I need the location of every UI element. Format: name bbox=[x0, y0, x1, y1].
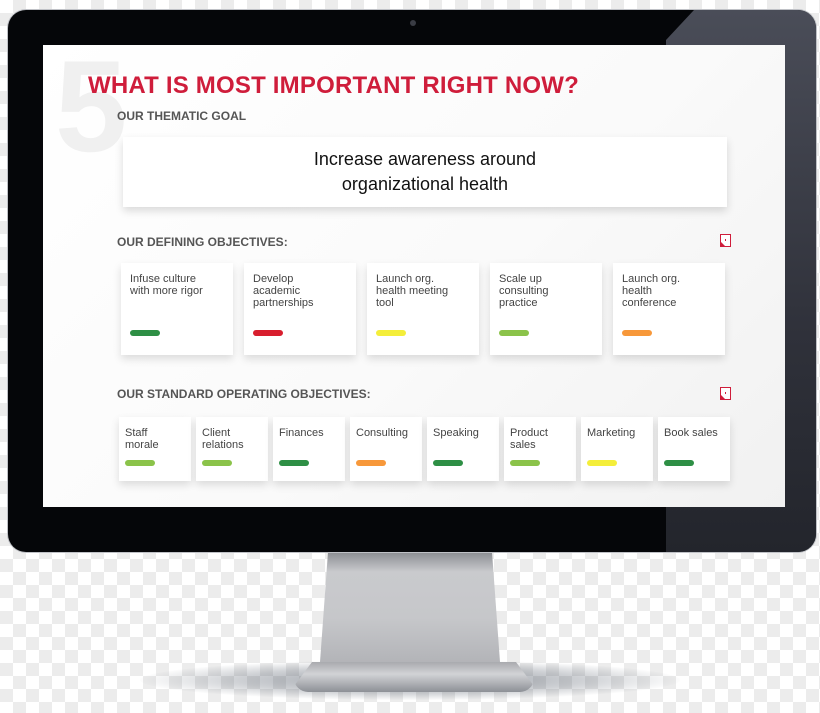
objective-card[interactable]: Client relations bbox=[196, 417, 268, 481]
monitor-stand-neck bbox=[320, 552, 500, 662]
section-number: 5 bbox=[55, 45, 128, 179]
objective-card[interactable]: Product sales bbox=[504, 417, 576, 481]
status-indicator bbox=[622, 330, 652, 336]
objective-label: Marketing bbox=[587, 427, 636, 439]
objective-label: Speaking bbox=[433, 427, 479, 439]
defining-objectives-list: Infuse culture with more rigor Develop ac… bbox=[121, 263, 725, 355]
objective-label: Develop academic partnerships bbox=[253, 273, 314, 309]
objective-card[interactable]: Consulting bbox=[350, 417, 422, 481]
objective-label: Finances bbox=[279, 427, 324, 439]
status-indicator bbox=[125, 460, 155, 466]
objective-card[interactable]: Infuse culture with more rigor bbox=[121, 263, 233, 355]
monitor-stand-base bbox=[294, 662, 534, 692]
status-indicator bbox=[664, 460, 694, 466]
report-icon[interactable] bbox=[720, 387, 731, 400]
objective-label: Infuse culture with more rigor bbox=[130, 273, 203, 297]
status-indicator bbox=[587, 460, 617, 466]
report-icon[interactable] bbox=[720, 234, 731, 247]
thematic-goal-label: OUR THEMATIC GOAL bbox=[117, 109, 247, 123]
status-indicator bbox=[130, 330, 160, 336]
page-title: WHAT IS MOST IMPORTANT RIGHT NOW? bbox=[88, 72, 579, 99]
standard-objectives-label: OUR STANDARD OPERATING OBJECTIVES: bbox=[117, 387, 371, 401]
objective-label: Scale up consulting practice bbox=[499, 273, 549, 309]
goal-text-line2: organizational health bbox=[341, 174, 509, 194]
objective-label: Client relations bbox=[202, 427, 244, 451]
objective-label: Consulting bbox=[356, 427, 408, 439]
status-indicator bbox=[253, 330, 283, 336]
objective-card[interactable]: Launch org. health meeting tool bbox=[367, 263, 479, 355]
status-indicator bbox=[279, 460, 309, 466]
objective-card[interactable]: Marketing bbox=[581, 417, 653, 481]
objective-label: Launch org. health conference bbox=[622, 273, 681, 309]
objective-label: Launch org. health meeting tool bbox=[376, 273, 449, 309]
objective-card[interactable]: Speaking bbox=[427, 417, 499, 481]
objective-card[interactable]: Book sales bbox=[658, 417, 730, 481]
status-indicator bbox=[356, 460, 386, 466]
status-indicator bbox=[433, 460, 463, 466]
objective-label: Staff morale bbox=[125, 427, 159, 451]
camera-icon bbox=[410, 20, 416, 26]
screen: 5 WHAT IS MOST IMPORTANT RIGHT NOW? OUR … bbox=[43, 45, 785, 507]
objective-label: Product sales bbox=[510, 427, 548, 451]
defining-objectives-label: OUR DEFINING OBJECTIVES: bbox=[117, 235, 288, 249]
objective-card[interactable]: Finances bbox=[273, 417, 345, 481]
objective-label: Book sales bbox=[664, 427, 718, 439]
status-indicator bbox=[499, 330, 529, 336]
standard-objectives-list: Staff morale Client relations Finances Cons… bbox=[119, 417, 730, 481]
monitor-bezel: 5 WHAT IS MOST IMPORTANT RIGHT NOW? OUR … bbox=[8, 10, 816, 552]
objective-card[interactable]: Scale up consulting practice bbox=[490, 263, 602, 355]
goal-text-line1: Increase awareness around bbox=[313, 149, 537, 169]
objective-card[interactable]: Develop academic partnerships bbox=[244, 263, 356, 355]
objective-card[interactable]: Staff morale bbox=[119, 417, 191, 481]
status-indicator bbox=[510, 460, 540, 466]
status-indicator bbox=[376, 330, 406, 336]
status-indicator bbox=[202, 460, 232, 466]
thematic-goal-card[interactable]: Increase awareness around organizational… bbox=[123, 137, 727, 207]
objective-card[interactable]: Launch org. health conference bbox=[613, 263, 725, 355]
